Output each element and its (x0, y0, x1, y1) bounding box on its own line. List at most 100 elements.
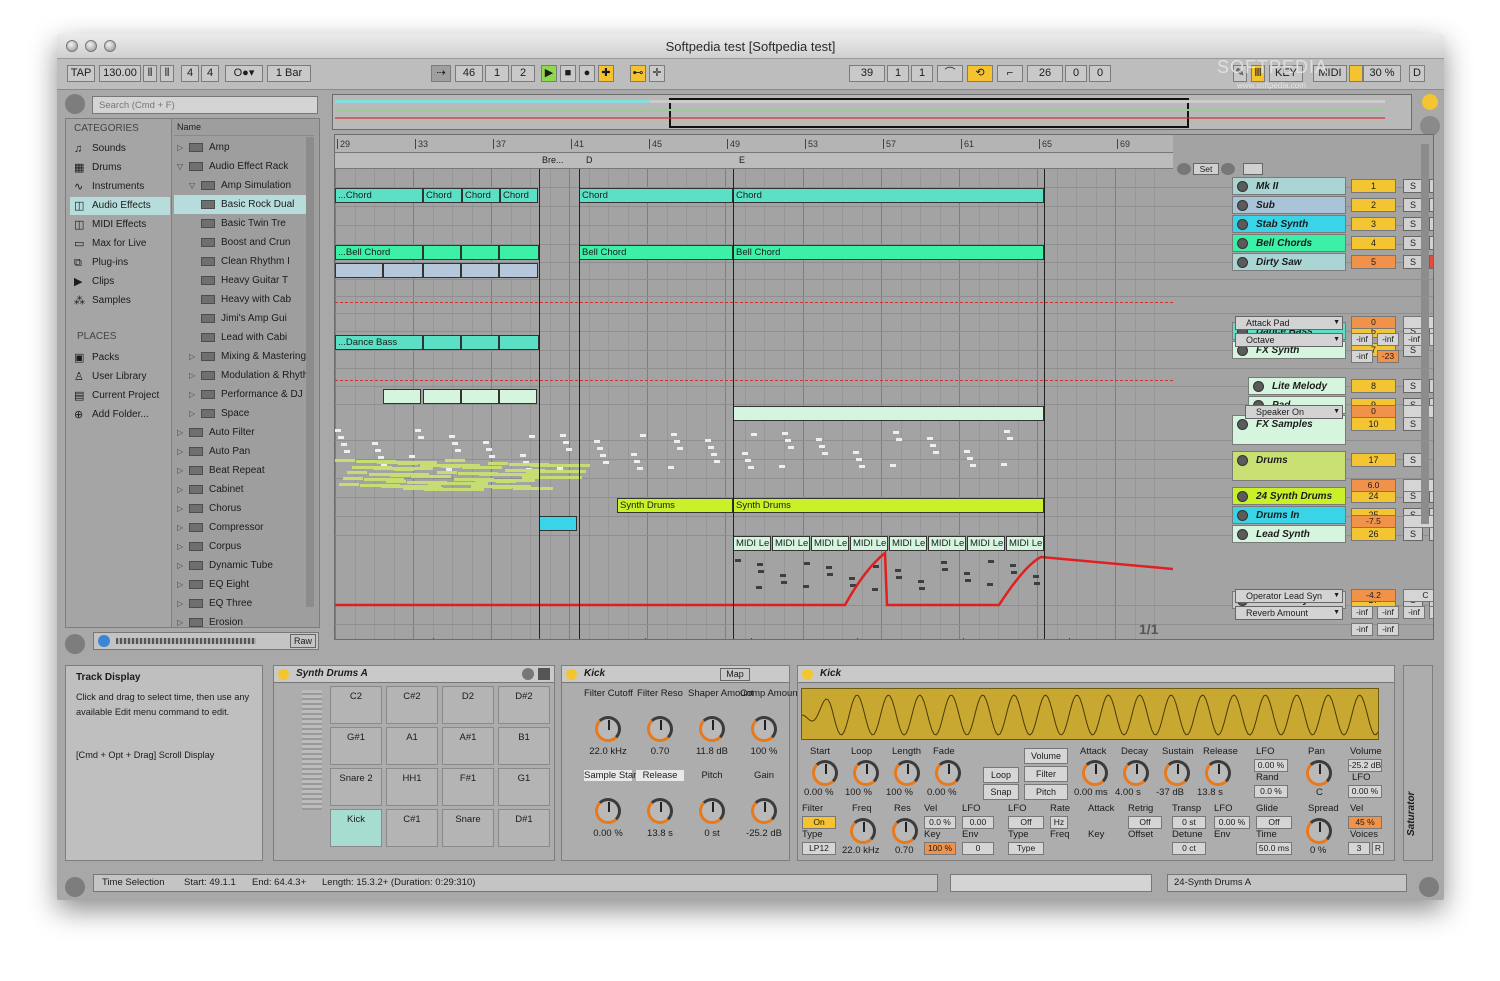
browser-item[interactable]: ▷ Cabinet (174, 480, 306, 499)
beat-ruler[interactable]: 29 33 37 41 45 49 53 57 61 65 69 (335, 135, 1173, 153)
category-samples[interactable]: ⁂ Samples (70, 292, 170, 310)
browser-toggle-icon[interactable] (65, 94, 85, 114)
track-fold-icon[interactable] (1237, 529, 1248, 540)
browser-item[interactable]: ▷ Modulation & Rhythmi (174, 366, 306, 385)
loop-start-sixteenth[interactable]: 1 (911, 65, 933, 82)
arm-button[interactable]: ● (1429, 255, 1433, 269)
add-locator-icon[interactable]: ✛ (649, 65, 665, 82)
param-knob[interactable] (853, 760, 879, 786)
browser-item[interactable]: ▷ Mixing & Mastering (174, 347, 306, 366)
loop-start-bar[interactable]: 39 (849, 65, 885, 82)
metronome-icon[interactable]: O●▾ (225, 65, 263, 82)
browser-item[interactable]: Heavy with Cab (174, 290, 306, 309)
browser-scrollbar[interactable] (306, 137, 314, 607)
play-icon[interactable]: ▶ (541, 65, 557, 82)
loop-length-bar[interactable]: 26 (1027, 65, 1063, 82)
drum-pad[interactable]: B1 (498, 727, 550, 765)
category-plug-ins[interactable]: ⧉ Plug-ins (70, 254, 170, 272)
param-knob[interactable] (1164, 760, 1190, 786)
param-field[interactable]: 45 % (1348, 816, 1382, 829)
track-number[interactable]: 17 (1351, 453, 1396, 467)
track-header[interactable]: Stab Synth (1232, 215, 1346, 233)
param-field[interactable]: On (802, 816, 836, 829)
position-bar[interactable]: 46 (455, 65, 483, 82)
volume-field[interactable]: 0 (1351, 316, 1396, 329)
param-knob[interactable] (935, 760, 961, 786)
stop-icon[interactable]: ■ (560, 65, 576, 82)
track-number[interactable]: 10 (1351, 417, 1396, 431)
param-knob[interactable] (1082, 760, 1108, 786)
minimize-window-icon[interactable] (85, 40, 97, 52)
collapsed-icon[interactable]: ▷ (177, 138, 189, 157)
param-field[interactable]: 3 (1348, 842, 1370, 855)
automation-chooser[interactable]: Operator Lead Syn (1235, 589, 1343, 603)
follow-icon[interactable]: ⇢ (431, 65, 451, 82)
browser-item[interactable]: ▷ Auto Filter (174, 423, 306, 442)
track-header[interactable]: Bell Chords (1232, 234, 1346, 252)
arrangement-overview[interactable] (332, 94, 1412, 130)
track-header[interactable]: 24 Synth Drums (1232, 487, 1346, 505)
param-knob[interactable] (1306, 818, 1332, 844)
loop-button[interactable]: Loop (983, 767, 1019, 783)
browser-item[interactable]: Basic Twin Tre (174, 214, 306, 233)
collapsed-icon[interactable]: ▷ (177, 537, 189, 556)
category-drums[interactable]: ▦ Drums (70, 159, 170, 177)
pan-field[interactable]: C (1403, 589, 1433, 602)
param-field[interactable]: 0 ct (1172, 842, 1206, 855)
solo-button[interactable]: S (1403, 417, 1423, 431)
arm-button[interactable]: ● (1429, 179, 1433, 193)
lock-icon[interactable] (1243, 163, 1263, 175)
param-knob[interactable] (850, 818, 876, 844)
macro-knob[interactable] (595, 798, 621, 824)
param-field[interactable]: 0 st (1172, 816, 1206, 829)
macro-knob[interactable] (595, 716, 621, 742)
signature-denominator[interactable]: 4 (201, 65, 219, 82)
browser-item[interactable]: ▷ Erosion (174, 613, 306, 632)
overdub-icon[interactable]: ✚ (598, 65, 614, 82)
browser-item[interactable]: ▷ Corpus (174, 537, 306, 556)
place-user-library[interactable]: ♙ User Library (70, 368, 170, 386)
session-view-toggle-icon[interactable] (1420, 116, 1440, 136)
track-fold-icon[interactable] (1237, 419, 1248, 430)
browser-item[interactable]: ▷ Chorus (174, 499, 306, 518)
param-field[interactable]: Off (1008, 816, 1044, 829)
punch-in-icon[interactable]: ⌒ (937, 65, 963, 82)
track-lanes[interactable]: ...Chord Chord Chord Chord Chord Chord ...Bell… (335, 169, 1433, 639)
macro-knob[interactable] (699, 798, 725, 824)
track-fold-icon[interactable] (1237, 238, 1248, 249)
track-fold-icon[interactable] (1237, 455, 1248, 466)
loop-length-sixteenth[interactable]: 0 (1089, 65, 1111, 82)
drum-pad[interactable]: G#1 (330, 727, 382, 765)
hot-swap-icon[interactable] (65, 634, 85, 654)
solo-button[interactable]: S (1403, 255, 1423, 269)
category-sounds[interactable]: ♫ Sounds (70, 140, 170, 158)
collapsed-icon[interactable]: ▷ (177, 594, 189, 613)
time-ruler[interactable]: 1:00 1:10 1:20 1:30 1:40 1:50 2:00 (335, 638, 1173, 639)
send-field[interactable]: -inf (1351, 623, 1373, 636)
param-knob[interactable] (1123, 760, 1149, 786)
track-fold-icon[interactable] (1237, 491, 1248, 502)
nudge-up-icon[interactable]: ⫴ (160, 65, 174, 82)
locator-lane[interactable]: Bre... D E (335, 153, 1173, 169)
param-field[interactable]: -25.2 dB (1348, 759, 1382, 772)
track-fold-icon[interactable] (1237, 510, 1248, 521)
track-header[interactable]: Dirty Saw (1232, 253, 1346, 271)
solo-button[interactable]: S (1403, 236, 1423, 250)
track-header[interactable]: Lead Synth (1232, 525, 1346, 543)
browser-item[interactable]: ▽ Audio Effect Rack (174, 157, 306, 176)
place-packs[interactable]: ▣ Packs (70, 349, 170, 367)
drum-pad[interactable]: D2 (442, 686, 494, 724)
pan-field[interactable]: C (1403, 316, 1433, 329)
status-right-toggle-icon[interactable] (1419, 877, 1439, 897)
browser-item[interactable]: ▷ EQ Eight (174, 575, 306, 594)
collapsed-icon[interactable]: ▷ (177, 556, 189, 575)
volume-tab[interactable]: Volume (1024, 748, 1068, 764)
drum-pad[interactable]: Kick (330, 809, 382, 847)
prev-locator-icon[interactable] (1177, 163, 1191, 175)
collapsed-icon[interactable]: ▷ (189, 385, 201, 404)
param-knob[interactable] (1306, 760, 1332, 786)
punch-out-icon[interactable]: ⌐ (997, 65, 1023, 82)
status-left-toggle-icon[interactable] (65, 877, 85, 897)
locator-d[interactable]: D (586, 155, 593, 165)
drum-pad[interactable]: D#2 (498, 686, 550, 724)
